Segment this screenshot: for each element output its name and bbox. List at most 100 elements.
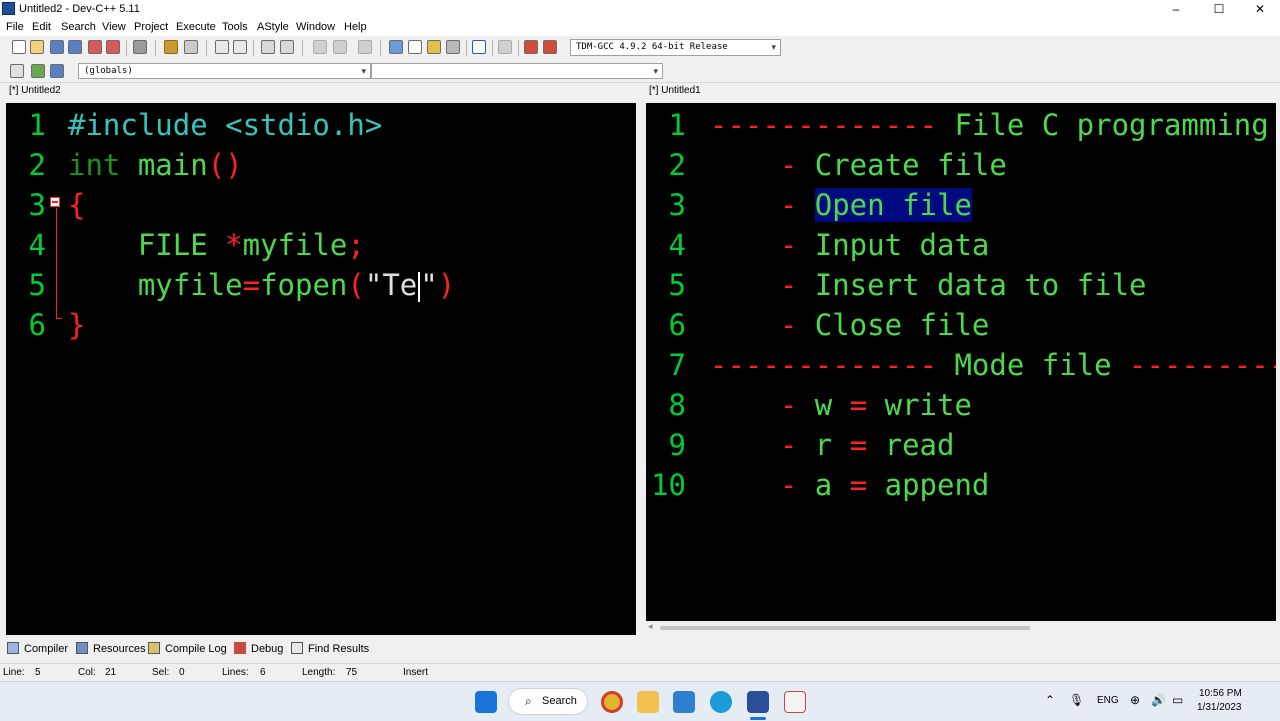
indent-icon[interactable] <box>313 40 327 54</box>
stop-execution-icon[interactable] <box>498 40 512 54</box>
menu-execute[interactable]: Execute <box>176 21 216 33</box>
menu-project[interactable]: Project <box>134 21 168 33</box>
find-icon[interactable] <box>215 40 229 54</box>
edge-icon[interactable] <box>710 691 732 713</box>
file-explorer-icon[interactable] <box>637 691 659 713</box>
code-line[interactable]: 6} <box>6 305 636 345</box>
code-line[interactable]: 5 myfile=fopen("Te ") <box>6 265 636 305</box>
tab-untitled2[interactable]: [*] Untitled2 <box>5 85 65 96</box>
syntax-check-icon[interactable] <box>472 40 486 54</box>
code-line[interactable]: 8 - w = write <box>646 385 1276 425</box>
print-icon[interactable] <box>133 40 147 54</box>
left-code-editor[interactable]: 1 #include <stdio.h> 2 int main() 3{4 FILE *… <box>6 103 636 635</box>
language-indicator[interactable]: ENG <box>1097 695 1119 706</box>
network-icon[interactable]: ⊕ <box>1130 693 1140 707</box>
compiler-select[interactable]: TDM-GCC 4.9.2 64-bit Release ▾ <box>570 39 781 56</box>
taskbar-search-box[interactable]: ⌕ Search <box>508 688 588 715</box>
debug-icon[interactable] <box>543 40 557 54</box>
chevron-up-icon[interactable]: ⌃ <box>1045 693 1055 707</box>
battery-icon[interactable]: ▭ <box>1172 693 1183 707</box>
new-file-icon[interactable] <box>12 40 26 54</box>
code-line[interactable]: 7 ------------- Mode file ------------- <box>646 345 1276 385</box>
member-select[interactable]: ▾ <box>371 63 663 79</box>
project-add-icon[interactable] <box>31 64 45 78</box>
devcpp-taskbar-icon[interactable] <box>747 691 769 713</box>
class-scope-select[interactable]: (globals) ▾ <box>78 63 371 79</box>
tab-compile-log-label: Compile Log <box>165 643 227 655</box>
toggle-bookmark-icon[interactable] <box>280 40 294 54</box>
code-token: = <box>242 268 261 302</box>
toggle-comment-icon[interactable] <box>358 40 372 54</box>
microsoft-store-icon[interactable] <box>673 691 695 713</box>
code-line[interactable]: 2 - Create file <box>646 145 1276 185</box>
menu-view[interactable]: View <box>102 21 126 33</box>
taskbar-search-label: Search <box>542 695 577 707</box>
code-line[interactable]: 2 int main() <box>6 145 636 185</box>
menu-search[interactable]: Search <box>61 21 96 33</box>
menu-window[interactable]: Window <box>296 21 335 33</box>
line-number: 7 <box>668 348 686 382</box>
open-file-icon[interactable] <box>30 40 44 54</box>
redo-icon[interactable] <box>184 40 198 54</box>
profile-icon[interactable] <box>524 40 538 54</box>
chrome-icon[interactable] <box>601 691 623 713</box>
menu-file[interactable]: File <box>6 21 24 33</box>
right-code-editor[interactable]: 1 ------------- File C programming 2 - Cre… <box>646 103 1276 621</box>
replace-icon[interactable] <box>233 40 247 54</box>
menu-help[interactable]: Help <box>344 21 367 33</box>
code-token: - <box>710 388 815 422</box>
compile-icon[interactable] <box>389 40 403 54</box>
code-line[interactable]: 10 - a = append <box>646 465 1276 505</box>
run-icon[interactable] <box>408 40 422 54</box>
code-line[interactable]: 6 - Close file <box>646 305 1276 345</box>
code-line[interactable]: 3{ <box>6 185 636 225</box>
start-windows-icon[interactable] <box>475 691 497 713</box>
save-icon[interactable] <box>50 40 64 54</box>
tab-find-results[interactable]: Find Results <box>291 642 369 655</box>
close-button[interactable]: ✕ <box>1242 0 1278 18</box>
paint-icon[interactable] <box>784 691 806 713</box>
code-line[interactable]: 1 #include <stdio.h> <box>6 105 636 145</box>
taskbar-date[interactable]: 1/31/2023 <box>1197 702 1242 713</box>
goto-line-icon[interactable] <box>261 40 275 54</box>
scroll-left-icon[interactable]: ◂ <box>648 621 653 632</box>
code-line[interactable]: 3 - Open file <box>646 185 1276 225</box>
fold-guide-end <box>56 318 62 319</box>
tab-debug[interactable]: Debug <box>234 642 283 655</box>
code-token: ( <box>347 268 365 302</box>
compile-run-icon[interactable] <box>427 40 441 54</box>
code-line[interactable]: 4 - Input data <box>646 225 1276 265</box>
code-line[interactable]: 4 FILE *myfile; <box>6 225 636 265</box>
code-token: } <box>68 308 86 342</box>
menu-edit[interactable]: Edit <box>32 21 51 33</box>
menu-tools[interactable]: Tools <box>222 21 248 33</box>
insert-code-icon[interactable] <box>10 64 24 78</box>
tab-compile-log[interactable]: Compile Log <box>148 642 227 655</box>
tab-compiler[interactable]: Compiler <box>7 642 68 655</box>
fold-collapse-icon[interactable] <box>50 197 60 207</box>
close-file-icon[interactable] <box>88 40 102 54</box>
minimize-button[interactable]: – <box>1158 0 1194 18</box>
maximize-button[interactable]: ☐ <box>1201 0 1237 18</box>
project-options-icon[interactable] <box>50 64 64 78</box>
code-line[interactable]: 5 - Insert data to file <box>646 265 1276 305</box>
scrollbar-thumb[interactable] <box>660 626 1030 630</box>
code-token: Insert data to file <box>814 268 1147 302</box>
code-token: read <box>867 428 955 462</box>
undo-icon[interactable] <box>164 40 178 54</box>
save-all-icon[interactable] <box>68 40 82 54</box>
close-all-icon[interactable] <box>106 40 120 54</box>
unindent-icon[interactable] <box>333 40 347 54</box>
code-line[interactable]: 9 - r = read <box>646 425 1276 465</box>
toolbar-separator <box>466 40 467 56</box>
volume-icon[interactable]: 🔊 <box>1151 693 1166 707</box>
rebuild-all-icon[interactable] <box>446 40 460 54</box>
microphone-icon[interactable]: 🎙 <box>1069 693 1084 707</box>
menu-astyle[interactable]: AStyle <box>257 21 289 33</box>
code-line[interactable]: 1 ------------- File C programming <box>646 105 1276 145</box>
right-editor-horizontal-scrollbar[interactable]: ◂ <box>646 621 1276 635</box>
status-insert-mode: Insert <box>403 667 429 678</box>
tab-resources[interactable]: Resources <box>76 642 146 655</box>
tab-untitled1[interactable]: [*] Untitled1 <box>645 85 705 96</box>
taskbar-time[interactable]: 10:56 PM <box>1199 688 1242 699</box>
